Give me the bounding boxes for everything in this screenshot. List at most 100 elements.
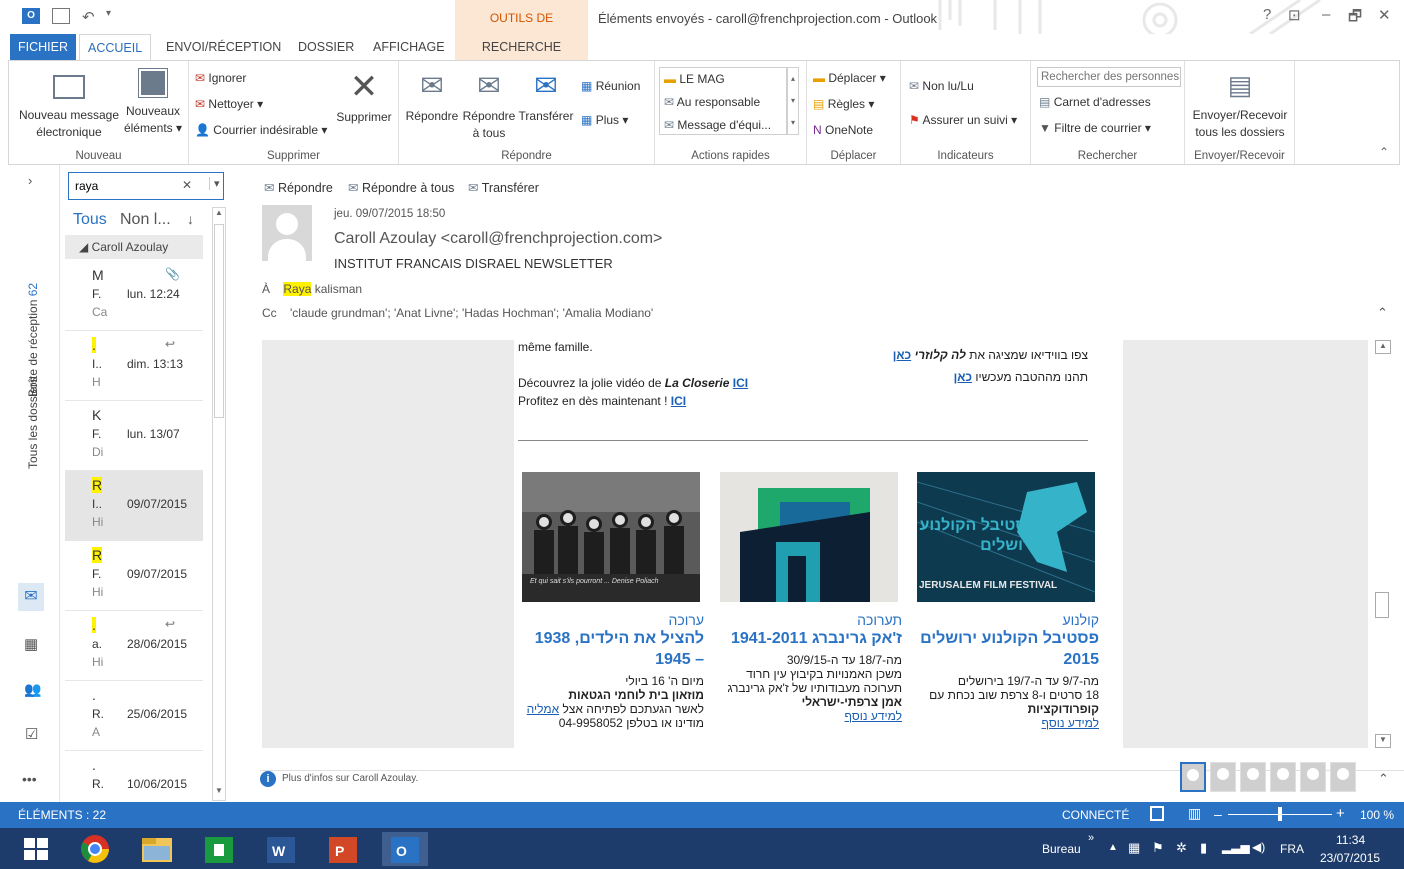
explorer-taskbar-icon[interactable] (134, 832, 180, 866)
he-offer-link[interactable]: כאן (954, 370, 972, 384)
zoom-in-button[interactable]: + (1336, 805, 1345, 822)
move-button[interactable]: ▬ Déplacer ▾ (813, 71, 886, 85)
card-title[interactable]: להציל את הילדים, 1938 – 1945 (522, 628, 704, 670)
tasks-nav-icon[interactable]: ☑ (25, 725, 38, 743)
word-taskbar-icon[interactable]: W (258, 832, 304, 866)
person-thumbnail[interactable] (1180, 762, 1206, 792)
toolbar-expand-icon[interactable]: » (1088, 832, 1094, 844)
delete-button[interactable]: ✕ Supprimer (333, 69, 395, 126)
card-title[interactable]: ז'אק גרינברג 1941-2011 (720, 628, 902, 649)
card-image-grinberg[interactable] (720, 472, 898, 602)
tray-app-icon[interactable]: ▦ (1128, 840, 1140, 856)
person-thumbnail[interactable] (1300, 762, 1326, 792)
ribbon-display-button[interactable]: ⊡ (1288, 6, 1301, 24)
list-item[interactable]: . a. Hi 28/06/2015 ↩ (65, 611, 203, 681)
list-item[interactable]: R I.. Hi 09/07/2015 (65, 471, 203, 541)
desktop-toolbar[interactable]: Bureau (1042, 842, 1081, 856)
clear-search-icon[interactable]: ✕ (182, 178, 192, 192)
save-icon[interactable] (52, 8, 70, 24)
normal-view-icon[interactable] (1150, 806, 1164, 821)
reading-forward-button[interactable]: ✉ Transférer (468, 180, 539, 195)
chrome-taskbar-icon[interactable] (72, 832, 118, 866)
powerpoint-taskbar-icon[interactable]: P (320, 832, 366, 866)
reply-all-button[interactable]: ✉ Répondre à tous (461, 69, 517, 142)
body-scrollbar[interactable]: ▲ ▼ (1375, 340, 1391, 748)
filter-all[interactable]: Tous (73, 211, 107, 229)
people-nav-icon[interactable]: 👥 (24, 681, 41, 698)
quick-step-3[interactable]: ✉ Message d'équi... (664, 118, 771, 132)
search-scope-dropdown[interactable]: ▾ (209, 177, 220, 190)
reading-reply-button[interactable]: ✉ Répondre (264, 180, 333, 195)
network-tray-icon[interactable]: ✲ (1176, 840, 1187, 856)
person-thumbnail[interactable] (1270, 762, 1296, 792)
body-scroll-down-icon[interactable]: ▼ (1375, 734, 1391, 748)
language-indicator[interactable]: FRA (1280, 842, 1304, 856)
address-book-button[interactable]: ▤ Carnet d'adresses (1039, 95, 1151, 109)
clean-button[interactable]: ✉ Nettoyer ▾ (195, 97, 263, 111)
list-scrollbar[interactable]: ▲ ▼ (212, 207, 226, 801)
sort-order-icon[interactable]: ↓ (187, 211, 194, 227)
more-button[interactable]: ▦ Plus ▾ (581, 113, 628, 127)
person-thumbnail[interactable] (1210, 762, 1236, 792)
calendar-nav-icon[interactable]: ▦ (24, 635, 38, 653)
message-from[interactable]: Caroll Azoulay <caroll@frenchprojection.… (334, 230, 662, 248)
new-items-button[interactable]: Nouveaux éléments ▾ (123, 68, 183, 137)
people-info-text[interactable]: Plus d'infos sur Caroll Azoulay. (282, 773, 418, 784)
sender-avatar[interactable] (262, 205, 312, 261)
to-recipient[interactable]: Raya kalisman (283, 282, 362, 296)
battery-icon[interactable]: ▮ (1200, 840, 1207, 856)
restore-button[interactable]: 🗗 (1348, 6, 1362, 31)
qat-dropdown-icon[interactable]: ▾ (106, 8, 124, 24)
list-item[interactable]: . R. A 25/06/2015 (65, 681, 203, 751)
zoom-out-button[interactable]: – (1214, 806, 1222, 822)
meeting-button[interactable]: ▦ Réunion (581, 79, 640, 93)
new-message-button[interactable]: Nouveau message électronique (15, 75, 123, 141)
show-hidden-icons[interactable]: ▲ (1108, 842, 1118, 853)
collapse-ribbon-icon[interactable]: ⌃ (1379, 145, 1389, 159)
rules-button[interactable]: ▤ Règles ▾ (813, 97, 874, 111)
tab-envoi-reception[interactable]: ENVOI/RÉCEPTION (158, 34, 289, 60)
junk-button[interactable]: 👤 Courrier indésirable ▾ (195, 123, 327, 137)
expand-people-pane-icon[interactable]: ⌃ (1378, 771, 1389, 787)
person-thumbnail[interactable] (1240, 762, 1266, 792)
tab-fichier[interactable]: FICHIER (10, 34, 76, 60)
follow-up-button[interactable]: ⚑ Assurer un suivi ▾ (909, 113, 1017, 127)
clock-date[interactable]: 23/07/2015 (1320, 851, 1380, 865)
list-item[interactable]: . I.. Hdim. 13:13 ↩ (65, 331, 203, 401)
reading-view-icon[interactable]: ▥ (1188, 805, 1201, 822)
start-button[interactable] (10, 832, 62, 866)
tab-accueil[interactable]: ACCUEIL (79, 34, 152, 60)
ignore-button[interactable]: ✉ Ignorer (195, 71, 246, 85)
group-header[interactable]: ◢ Caroll Azoulay (65, 235, 203, 259)
volume-icon[interactable]: ◀) (1252, 840, 1265, 854)
list-item[interactable]: K F. Di lun. 13/07 (65, 401, 203, 471)
expand-folder-pane-icon[interactable]: › (28, 173, 32, 188)
quick-step-2[interactable]: ✉ Au responsable (664, 95, 760, 109)
card-image-children[interactable]: Et qui sait s'ils pourront ... Denise Po… (522, 472, 700, 602)
quick-step-1[interactable]: ▬ LE MAG (664, 72, 725, 86)
person-thumbnail[interactable] (1330, 762, 1356, 792)
more-info-link[interactable]: למידע נוסף (1042, 716, 1099, 730)
body-scroll-thumb[interactable] (1375, 592, 1389, 618)
all-folders[interactable]: Tous les dossiers (26, 377, 40, 469)
filter-mail-button[interactable]: ▼ Filtre de courrier ▾ (1039, 121, 1151, 135)
undo-icon[interactable]: ↶ (82, 8, 100, 26)
card-image-festival[interactable]: פסטיבל הקולנוע ירושלים JERUSALEM FILM FE… (917, 472, 1095, 602)
signal-icon[interactable]: ▂▃▅ (1222, 840, 1250, 854)
clock-time[interactable]: 11:34 (1336, 833, 1365, 847)
scroll-up-icon[interactable]: ▲ (213, 208, 225, 222)
more-info-link[interactable]: למידע נוסף (845, 709, 902, 723)
send-receive-all-button[interactable]: ▤ Envoyer/Recevoir tous les dossiers (1189, 69, 1291, 141)
list-item[interactable]: R F. Hi 09/07/2015 (65, 541, 203, 611)
tab-dossier[interactable]: DOSSIER (290, 34, 362, 60)
quick-steps-gallery[interactable]: ▬ LE MAG ✉ Au responsable ✉ Message d'éq… (659, 67, 787, 135)
tab-affichage[interactable]: AFFICHAGE (365, 34, 453, 60)
zoom-level[interactable]: 100 % (1360, 808, 1394, 822)
reply-button[interactable]: ✉ Répondre (403, 69, 461, 125)
list-item[interactable]: M F. Ca lun. 12:24 📎 (65, 261, 203, 331)
more-nav-icon[interactable]: ••• (22, 771, 37, 787)
onenote-button[interactable]: N OneNote (813, 123, 873, 137)
contact-link[interactable]: אמליה (527, 702, 560, 716)
filter-unread[interactable]: Non l... (120, 211, 171, 229)
outlook-icon[interactable]: O (22, 8, 40, 24)
